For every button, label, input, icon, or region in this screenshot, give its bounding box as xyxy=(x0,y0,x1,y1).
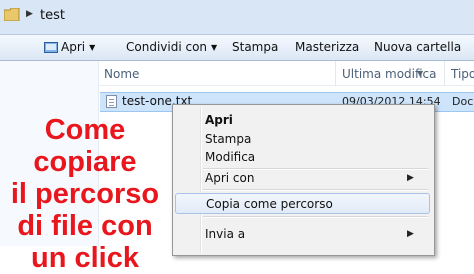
overlay-caption: Come copiare il percorso di file con un … xyxy=(0,114,170,274)
menu-item-label: Copia come percorso xyxy=(206,197,333,211)
menu-item-open-with[interactable]: Apri con ▶ xyxy=(175,168,430,189)
overlay-line: il percorso xyxy=(10,178,160,210)
menu-item-label: Apri xyxy=(205,113,233,127)
text-file-icon xyxy=(106,95,117,108)
chevron-down-icon: ▼ xyxy=(211,43,218,52)
menu-separator xyxy=(203,189,428,191)
new-folder-button[interactable]: Nuova cartella xyxy=(374,40,461,54)
column-modified[interactable]: Ultima modifica xyxy=(342,67,437,81)
menu-item-label: Apri con xyxy=(205,171,255,185)
submenu-arrow-icon: ▶ xyxy=(407,229,414,239)
menu-item-label: Stampa xyxy=(205,132,252,146)
share-with-button[interactable]: Condividi con ▼ xyxy=(126,40,217,54)
chevron-down-icon: ▼ xyxy=(89,43,96,52)
column-divider[interactable] xyxy=(444,61,445,85)
file-type: Docu xyxy=(452,95,474,108)
menu-item-copy-as-path[interactable]: Copia come percorso xyxy=(175,193,430,214)
share-with-label: Condividi con xyxy=(126,40,208,54)
column-type[interactable]: Tipo xyxy=(451,67,474,81)
breadcrumb-arrow-icon[interactable]: ▶ xyxy=(26,9,33,19)
print-button[interactable]: Stampa xyxy=(232,40,278,54)
address-bar[interactable]: ▶ test xyxy=(0,0,474,35)
menu-item-label: Invia a xyxy=(205,227,246,241)
command-bar: Apri ▼ Condividi con ▼ Stampa Masterizza N… xyxy=(0,35,474,61)
breadcrumb-folder[interactable]: test xyxy=(40,8,65,23)
folder-icon xyxy=(4,8,20,21)
context-menu: Apri Stampa Modifica Apri con ▶ Copia co… xyxy=(172,104,435,256)
column-header: Nome ▼ Ultima modifica Tipo xyxy=(99,61,474,86)
overlay-line: Come copiare xyxy=(33,114,137,178)
open-button-label: Apri xyxy=(61,40,86,54)
menu-item-label: Modifica xyxy=(205,150,256,164)
menu-item-open[interactable]: Apri xyxy=(175,110,430,131)
submenu-arrow-icon: ▶ xyxy=(407,173,414,183)
menu-item-send-to[interactable]: Invia a ▶ xyxy=(175,224,430,245)
overlay-line: di file con xyxy=(17,210,153,242)
open-button[interactable]: Apri ▼ xyxy=(44,40,95,54)
menu-item-edit[interactable]: Modifica xyxy=(175,147,430,168)
column-name[interactable]: Nome xyxy=(104,67,139,81)
menu-separator xyxy=(203,216,428,218)
column-divider[interactable] xyxy=(335,61,336,85)
overlay-line: un click xyxy=(31,242,139,274)
burn-button[interactable]: Masterizza xyxy=(295,40,359,54)
open-icon xyxy=(44,42,58,53)
